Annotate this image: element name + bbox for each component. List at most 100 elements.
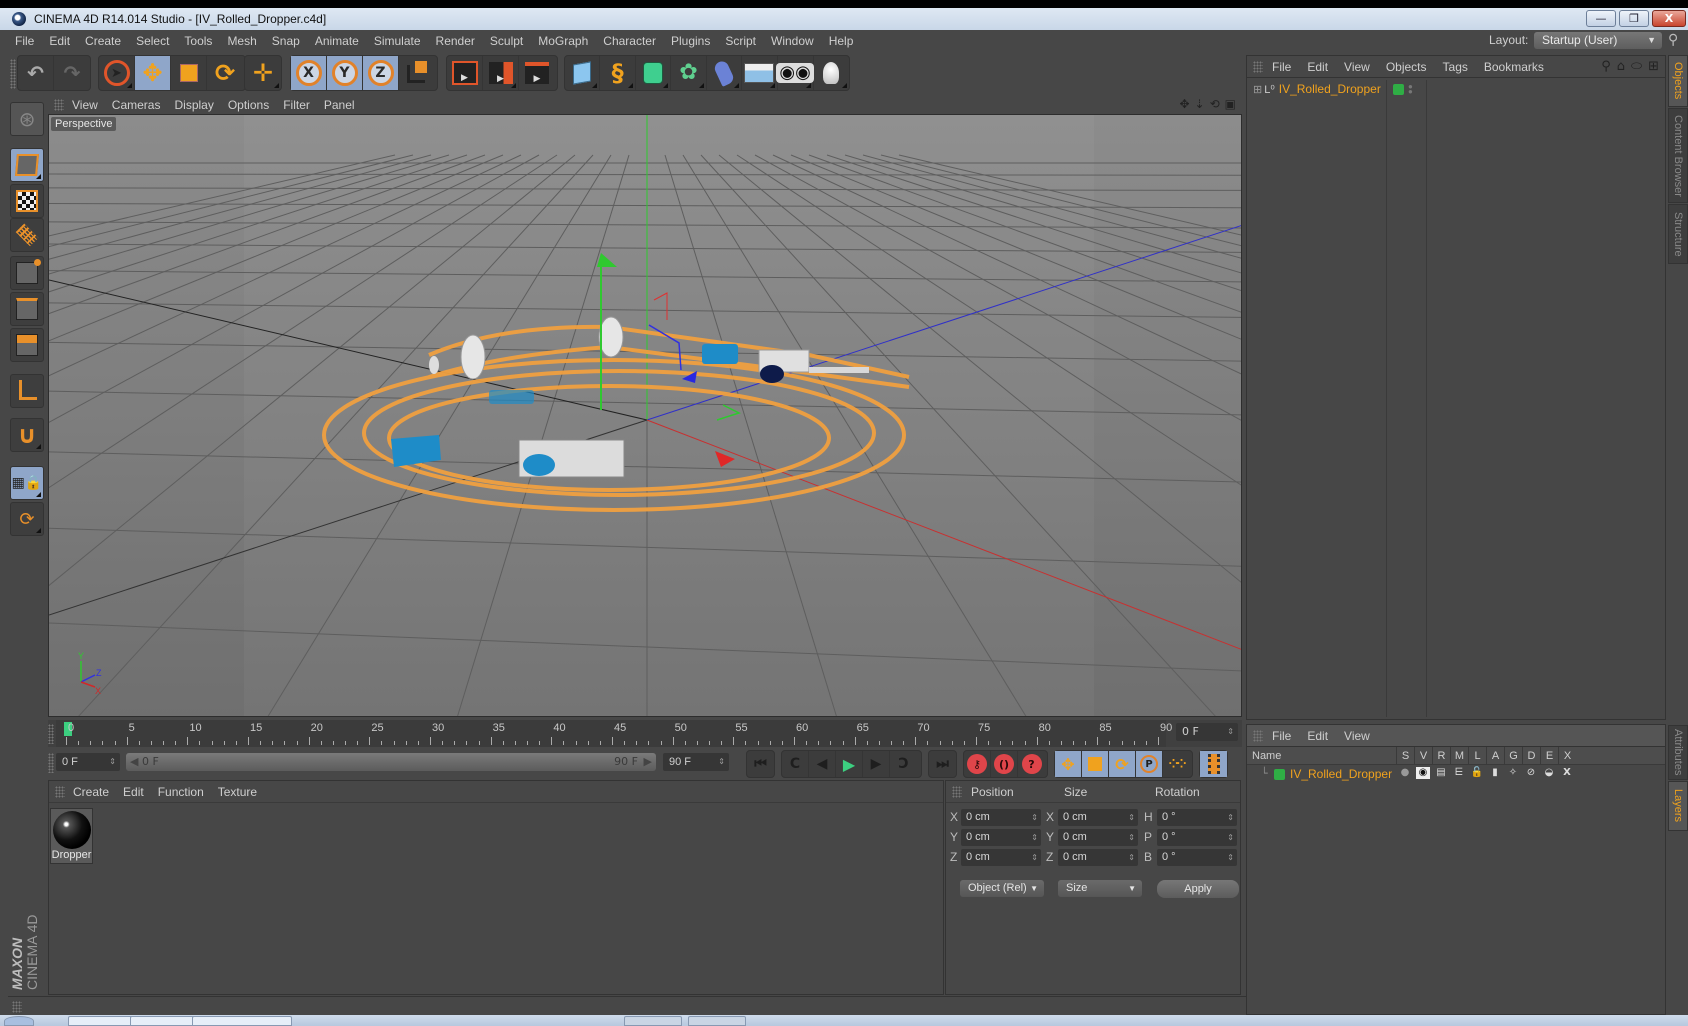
coordinate-system-button[interactable] bbox=[399, 56, 435, 90]
edges-mode-button[interactable] bbox=[10, 292, 44, 326]
object-name[interactable]: IV_Rolled_Dropper bbox=[1279, 82, 1381, 96]
position-y-field[interactable]: 0 cm ⇕ bbox=[961, 829, 1041, 846]
material-menu-grip[interactable] bbox=[55, 785, 65, 798]
previous-key-button[interactable]: C bbox=[782, 751, 809, 777]
record-rotation-button[interactable]: ⟳ bbox=[1109, 751, 1136, 777]
expand-icon[interactable]: ⊞ bbox=[1253, 83, 1262, 96]
spin-arrows-icon[interactable]: ⇕ bbox=[1031, 829, 1038, 846]
rotation-h-field[interactable]: 0 ° ⇕ bbox=[1157, 809, 1237, 826]
close-button[interactable]: X bbox=[1652, 10, 1686, 27]
render-view-button[interactable]: ▶ bbox=[447, 56, 483, 90]
cloner-button[interactable]: ✿ bbox=[671, 56, 707, 90]
menu-tools[interactable]: Tools bbox=[177, 34, 220, 48]
undo-button[interactable]: ↶ bbox=[18, 56, 54, 90]
layer-name[interactable]: IV_Rolled_Dropper bbox=[1290, 767, 1392, 781]
toolbar-grip[interactable] bbox=[10, 59, 16, 89]
render-clapper-icon[interactable]: ▤ bbox=[1434, 767, 1448, 779]
keyframe-selection-button[interactable]: ? bbox=[1018, 751, 1045, 777]
lock-icon[interactable]: 🔓 bbox=[1470, 767, 1484, 779]
manager-hierarchy-icon[interactable]: ⋿ bbox=[1452, 767, 1466, 779]
rotation-b-field[interactable]: 0 ° ⇕ bbox=[1157, 849, 1237, 866]
polygons-mode-button[interactable] bbox=[10, 328, 44, 362]
status-grip[interactable] bbox=[12, 1001, 22, 1013]
menu-create[interactable]: Create bbox=[78, 34, 129, 48]
spin-arrows-icon[interactable]: ⇕ bbox=[1227, 723, 1234, 741]
viewport-menu-grip[interactable] bbox=[54, 99, 64, 111]
viewport-menu-display[interactable]: Display bbox=[166, 98, 219, 112]
previous-frame-button[interactable]: ◀ bbox=[809, 751, 836, 777]
go-to-end-button[interactable]: ⏭ bbox=[929, 751, 956, 777]
material-menu-edit[interactable]: Edit bbox=[115, 785, 150, 799]
model-mode-button[interactable] bbox=[10, 148, 44, 182]
next-key-button[interactable]: Ↄ bbox=[890, 751, 917, 777]
minimize-button[interactable]: — bbox=[1586, 10, 1616, 27]
redo-button[interactable]: ↷ bbox=[54, 56, 90, 90]
layer-menu-grip[interactable] bbox=[1253, 729, 1263, 742]
enable-axis-button[interactable] bbox=[10, 374, 44, 408]
live-selection-button[interactable]: ➤ bbox=[99, 56, 135, 90]
size-x-field[interactable]: 0 cm ⇕ bbox=[1058, 809, 1138, 826]
editor-render-dots-icon[interactable]: ● ● bbox=[1408, 83, 1413, 96]
layer-col-render[interactable]: R bbox=[1432, 747, 1450, 765]
expression-icon[interactable]: ◒ bbox=[1542, 767, 1556, 779]
layer-col-generators[interactable]: G bbox=[1504, 747, 1522, 765]
layer-col-xref[interactable]: X bbox=[1558, 747, 1576, 765]
z-axis-lock-button[interactable]: Z bbox=[363, 56, 399, 90]
dolly-view-icon[interactable]: ⇣ bbox=[1195, 97, 1205, 111]
recent-tool-button[interactable]: ✛ bbox=[245, 56, 281, 90]
position-x-field[interactable]: 0 cm ⇕ bbox=[961, 809, 1041, 826]
tab-structure[interactable]: Structure bbox=[1668, 204, 1688, 264]
coordinates-grip[interactable] bbox=[952, 785, 962, 798]
tab-objects[interactable]: Objects bbox=[1668, 55, 1688, 107]
spin-arrows-icon[interactable]: ⇕ bbox=[1227, 829, 1234, 846]
layer-menu-view[interactable]: View bbox=[1335, 729, 1377, 743]
spin-arrows-icon[interactable]: ⇕ bbox=[1128, 829, 1135, 846]
record-point-level-button[interactable]: ⁘⁘ bbox=[1163, 751, 1190, 777]
menu-mograph[interactable]: MoGraph bbox=[531, 34, 596, 48]
apply-button[interactable]: Apply bbox=[1157, 880, 1239, 898]
timeline-ruler[interactable]: 0 5 10 15 20 25 30 35 40 45 50 55 60 65 70 75 80 85 90 bbox=[56, 720, 1172, 747]
timeline-grip[interactable] bbox=[48, 724, 54, 744]
perspective-viewport[interactable]: Y Z X Perspective bbox=[48, 114, 1242, 717]
pan-view-icon[interactable]: ✥ bbox=[1179, 97, 1189, 111]
menu-window[interactable]: Window bbox=[764, 34, 822, 48]
preview-range-slider[interactable]: ◀ 0 F 90 F ▶ bbox=[126, 753, 656, 771]
layer-col-name[interactable]: Name bbox=[1252, 750, 1281, 762]
object-menu-edit[interactable]: Edit bbox=[1298, 60, 1335, 74]
layer-col-animation[interactable]: A bbox=[1486, 747, 1504, 765]
taskbar-item[interactable] bbox=[192, 1016, 292, 1026]
playback-grip[interactable] bbox=[48, 753, 54, 773]
start-button[interactable] bbox=[4, 1016, 34, 1026]
search-icon[interactable]: ⚲ bbox=[1668, 32, 1678, 48]
object-menu-objects[interactable]: Objects bbox=[1377, 60, 1434, 74]
layer-col-locked[interactable]: L bbox=[1468, 747, 1486, 765]
animation-film-icon[interactable]: ▮ bbox=[1488, 767, 1502, 779]
object-menu-view[interactable]: View bbox=[1335, 60, 1377, 74]
tab-attributes[interactable]: Attributes bbox=[1668, 725, 1688, 780]
play-button[interactable]: ▶ bbox=[836, 751, 863, 777]
spin-arrows-icon[interactable]: ⇕ bbox=[718, 753, 725, 771]
snapping-button[interactable]: ∪ bbox=[10, 418, 44, 452]
tab-content-browser[interactable]: Content Browser bbox=[1668, 108, 1688, 203]
viewport-menu-filter[interactable]: Filter bbox=[275, 98, 316, 112]
spin-arrows-icon[interactable]: ⇕ bbox=[1128, 849, 1135, 866]
record-active-objects-button[interactable]: ⚷ bbox=[964, 751, 991, 777]
cube-button[interactable] bbox=[565, 56, 601, 90]
menu-simulate[interactable]: Simulate bbox=[367, 34, 429, 48]
spin-arrows-icon[interactable]: ⇕ bbox=[1227, 809, 1234, 826]
spin-arrows-icon[interactable]: ⇕ bbox=[1227, 849, 1234, 866]
object-row[interactable]: ⊞ L⁰ IV_Rolled_Dropper bbox=[1249, 80, 1386, 98]
viewport-menu-cameras[interactable]: Cameras bbox=[104, 98, 167, 112]
menu-mesh[interactable]: Mesh bbox=[220, 34, 264, 48]
menu-edit[interactable]: Edit bbox=[42, 34, 78, 48]
menu-snap[interactable]: Snap bbox=[265, 34, 308, 48]
spin-arrows-icon[interactable]: ⇕ bbox=[1031, 849, 1038, 866]
next-frame-button[interactable]: ▶ bbox=[863, 751, 890, 777]
texture-mode-button[interactable] bbox=[10, 184, 44, 218]
range-right-arrow-icon[interactable]: ▶ bbox=[644, 753, 652, 771]
solo-icon[interactable]: ● bbox=[1398, 767, 1412, 779]
layout-select[interactable]: Startup (User) ▼ bbox=[1534, 32, 1662, 49]
generator-icon[interactable]: ✧ bbox=[1506, 767, 1520, 779]
spin-arrows-icon[interactable]: ⇕ bbox=[1128, 809, 1135, 826]
tab-layers[interactable]: Layers bbox=[1668, 781, 1688, 831]
